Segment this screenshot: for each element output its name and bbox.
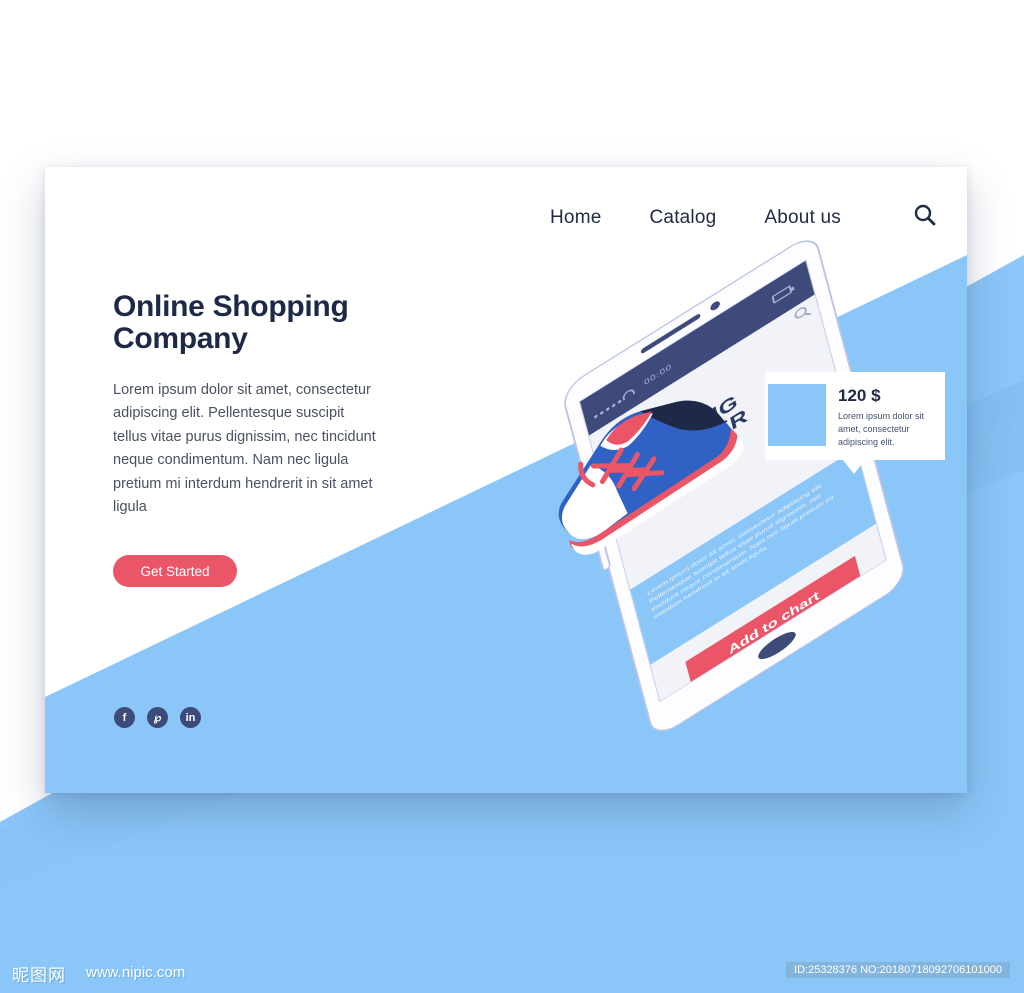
nipic-logo: 昵图网 (12, 966, 66, 986)
page-root: Home Catalog About us Online Shopping Co… (0, 0, 1024, 993)
nav-link-home[interactable]: Home (550, 207, 601, 229)
pinterest-icon[interactable]: ℘ (147, 707, 168, 728)
footer-watermark-bar: 昵图网 www.nipic.com ID:25328376 NO:2018071… (0, 952, 1024, 993)
price-description: Lorem ipsum dolor sit amet, consectetur … (838, 411, 925, 448)
sneaker-illustration (558, 400, 744, 555)
search-icon[interactable] (913, 203, 937, 232)
top-navigation: Home Catalog About us (45, 167, 967, 277)
price-tooltip-card: 120 $ Lorem ipsum dolor sit amet, consec… (765, 372, 945, 474)
get-started-button[interactable]: Get Started (113, 555, 237, 587)
facebook-icon[interactable]: f (114, 707, 135, 728)
nav-link-about-us[interactable]: About us (764, 207, 841, 229)
linkedin-icon[interactable]: in (180, 707, 201, 728)
phone-camera (709, 299, 721, 313)
social-links: f ℘ in (114, 707, 201, 728)
battery-icon (771, 284, 793, 305)
nav-link-catalog[interactable]: Catalog (650, 207, 717, 229)
watermark-id: ID:25328376 NO:20180718092706101000 (786, 962, 1010, 978)
nipic-url: www.nipic.com (86, 964, 186, 981)
product-thumbnail (768, 384, 826, 446)
price-label: 120 $ (838, 386, 881, 405)
hero-body-text: Lorem ipsum dolor sit amet, consectetur … (113, 382, 376, 516)
search-icon[interactable] (793, 304, 808, 321)
